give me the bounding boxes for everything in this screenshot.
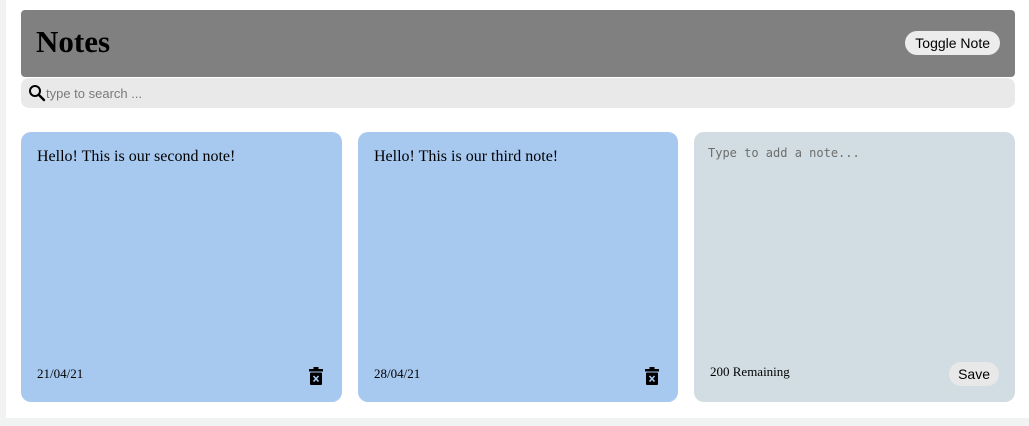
note-text: Hello! This is our second note!: [37, 148, 236, 165]
save-button[interactable]: Save: [949, 362, 999, 386]
note-card: Hello! This is our third note! 28/04/21: [358, 132, 678, 402]
note-card: Hello! This is our second note! 21/04/21: [21, 132, 342, 402]
app-header: Notes Toggle Note: [21, 10, 1015, 77]
toggle-note-button[interactable]: Toggle Note: [905, 31, 1000, 55]
note-date: 21/04/21: [37, 366, 84, 381]
search-icon: [29, 85, 46, 102]
note-text: Hello! This is our third note!: [374, 148, 559, 165]
characters-remaining: 200 Remaining: [710, 364, 790, 379]
trash-icon[interactable]: [309, 367, 323, 385]
search-bar: [21, 78, 1015, 108]
note-date: 28/04/21: [374, 366, 421, 381]
page-title: Notes: [36, 24, 111, 59]
search-input[interactable]: [46, 81, 996, 105]
trash-icon[interactable]: [645, 367, 659, 385]
new-note-card: 200 Remaining Save: [694, 132, 1015, 402]
new-note-textarea[interactable]: [708, 146, 1000, 346]
